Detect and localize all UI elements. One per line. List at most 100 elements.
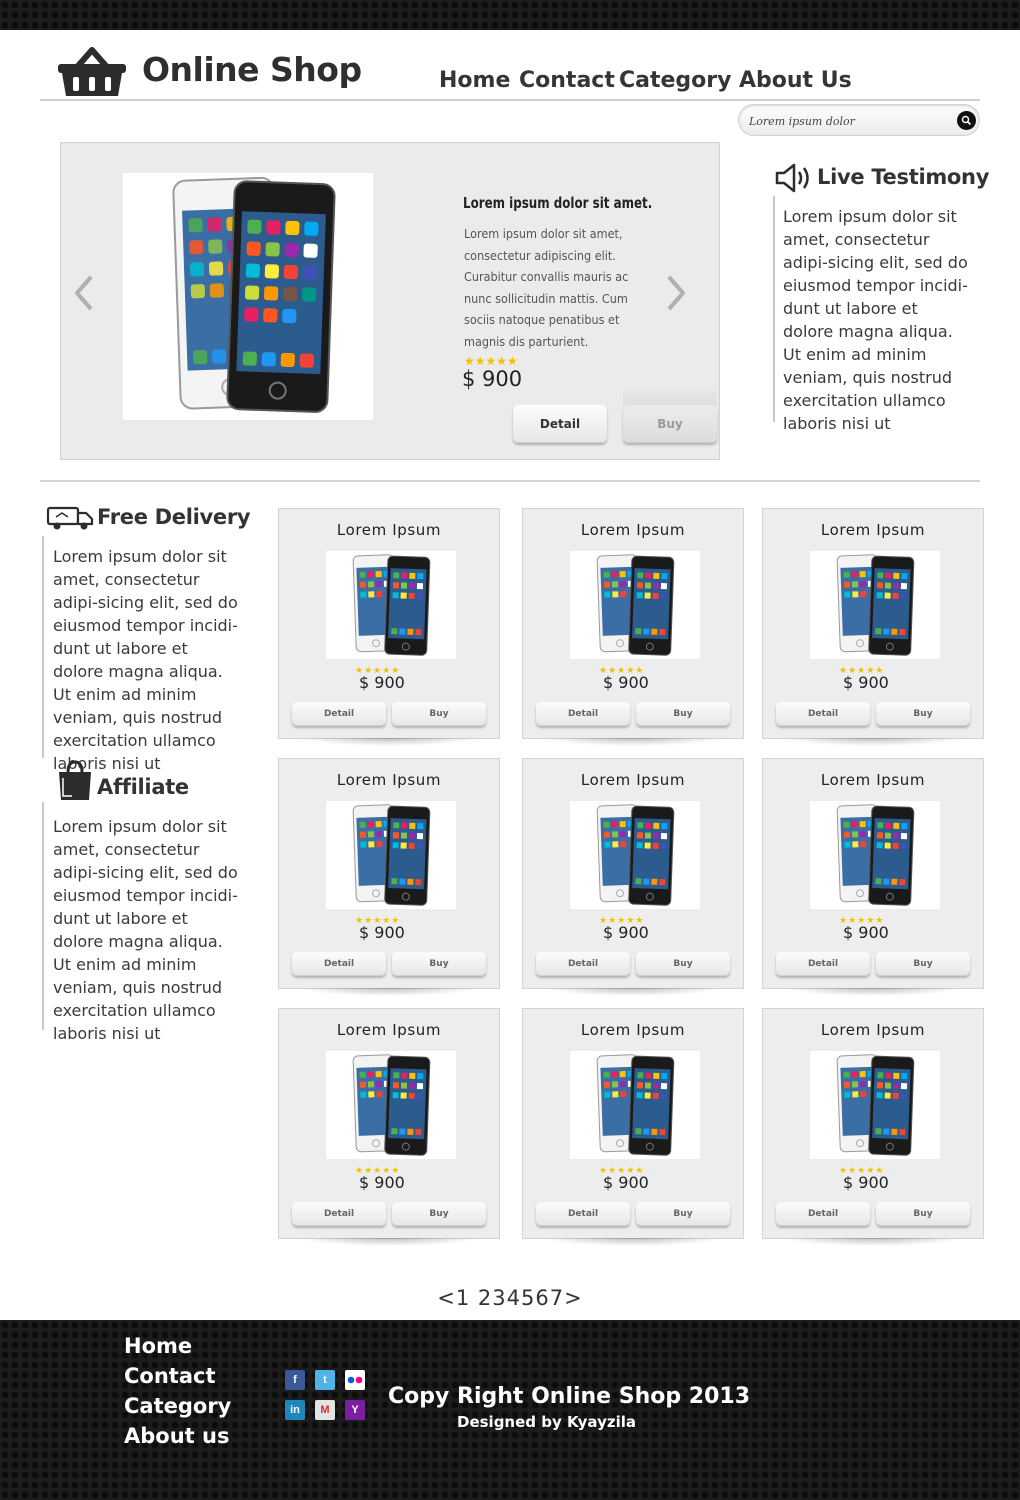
testimony-title: Live Testimony [817, 165, 990, 189]
pagination: <1 234567> [0, 1286, 1020, 1310]
featured-title: Lorem ipsum dolor sit amet. [463, 194, 653, 212]
product-buy-button[interactable]: Buy [392, 1202, 486, 1226]
product-card: Lorem Ipsum ★★★★★ $ 900 Detail Buy [762, 758, 984, 996]
product-card: Lorem Ipsum ★★★★★ $ 900 Detail Buy [522, 508, 744, 746]
product-image[interactable] [326, 551, 456, 659]
testimony-text: Lorem ipsum dolor sit amet, consectetur … [783, 207, 968, 433]
footer-home-link[interactable]: Home [124, 1334, 192, 1358]
yahoo-icon[interactable]: Y [345, 1400, 365, 1420]
product-image[interactable] [810, 801, 940, 909]
product-price: $ 900 [843, 1173, 889, 1192]
product-detail-button[interactable]: Detail [536, 702, 630, 726]
product-image[interactable] [570, 551, 700, 659]
product-buy-button[interactable]: Buy [636, 702, 730, 726]
product-price: $ 900 [603, 1173, 649, 1192]
product-buy-button[interactable]: Buy [636, 1202, 730, 1226]
product-detail-button[interactable]: Detail [536, 952, 630, 976]
pagination-page[interactable]: 7 [550, 1286, 564, 1310]
product-title: Lorem Ipsum [820, 1021, 926, 1039]
footer-contact-link[interactable]: Contact [124, 1364, 216, 1388]
product-image[interactable] [326, 801, 456, 909]
pagination-page[interactable]: 5 [521, 1286, 535, 1310]
product-buy-button[interactable]: Buy [636, 952, 730, 976]
delivery-rule [42, 536, 44, 758]
product-card: Lorem Ipsum ★★★★★ $ 900 Detail Buy [522, 1008, 744, 1246]
designed-by-text: Designed by Kyayzila [457, 1413, 636, 1431]
pagination-page[interactable]: 4 [507, 1286, 521, 1310]
product-detail-button[interactable]: Detail [776, 1202, 870, 1226]
product-card: Lorem Ipsum ★★★★★ $ 900 Detail Buy [278, 1008, 500, 1246]
search-button[interactable] [957, 111, 976, 130]
product-detail-button[interactable]: Detail [292, 1202, 386, 1226]
site-brand-title: Online Shop [142, 50, 362, 89]
slider-next-arrow-icon[interactable] [661, 273, 691, 313]
product-buy-button[interactable]: Buy [876, 1202, 970, 1226]
product-price: $ 900 [843, 673, 889, 692]
product-detail-button[interactable]: Detail [776, 702, 870, 726]
product-price: $ 900 [359, 673, 405, 692]
product-detail-button[interactable]: Detail [292, 952, 386, 976]
affiliate-rule [42, 802, 44, 1030]
product-image[interactable] [810, 551, 940, 659]
pagination-next[interactable]: > [564, 1286, 583, 1310]
section-divider [40, 480, 980, 482]
product-detail-button[interactable]: Detail [292, 702, 386, 726]
product-price: $ 900 [843, 923, 889, 942]
buy-button-shadow [623, 385, 717, 407]
affiliate-title: Affiliate [97, 775, 189, 799]
product-buy-button[interactable]: Buy [876, 952, 970, 976]
delivery-truck-icon [46, 506, 94, 530]
speaker-icon [775, 163, 809, 193]
product-title: Lorem Ipsum [580, 521, 686, 539]
product-image[interactable] [570, 801, 700, 909]
product-buy-button[interactable]: Buy [876, 702, 970, 726]
product-detail-button[interactable]: Detail [536, 1202, 630, 1226]
footer-category-link[interactable]: Category [124, 1394, 231, 1418]
footer-about-link[interactable]: About us [124, 1424, 229, 1448]
pagination-page[interactable]: 2 [478, 1286, 492, 1310]
delivery-title: Free Delivery [97, 505, 251, 529]
product-title: Lorem Ipsum [580, 771, 686, 789]
search-box [738, 104, 980, 136]
copyright-text: Copy Right Online Shop 2013 [388, 1384, 751, 1409]
flickr-icon[interactable] [345, 1370, 365, 1390]
pagination-page[interactable]: 3 [492, 1286, 506, 1310]
header-divider [40, 99, 980, 101]
slider-prev-arrow-icon[interactable] [69, 273, 99, 313]
featured-product-image [123, 173, 373, 420]
featured-price: $ 900 [462, 367, 523, 391]
facebook-icon[interactable]: f [285, 1370, 305, 1390]
product-buy-button[interactable]: Buy [392, 952, 486, 976]
nav-home-link[interactable]: Home [439, 68, 510, 93]
nav-contact-link[interactable]: Contact [519, 68, 615, 93]
pagination-prev[interactable]: < [437, 1286, 456, 1310]
delivery-text: Lorem ipsum dolor sit amet, consectetur … [53, 547, 238, 773]
featured-detail-button[interactable]: Detail [513, 405, 607, 443]
pagination-page[interactable]: 1 [456, 1286, 470, 1310]
product-title: Lorem Ipsum [336, 1021, 442, 1039]
product-image[interactable] [570, 1051, 700, 1159]
twitter-icon[interactable]: t [315, 1370, 335, 1390]
product-price: $ 900 [603, 673, 649, 692]
product-title: Lorem Ipsum [580, 1021, 686, 1039]
linkedin-icon[interactable]: in [285, 1400, 305, 1420]
gmail-icon[interactable]: M [315, 1400, 335, 1420]
product-price: $ 900 [603, 923, 649, 942]
top-decorative-bar [0, 0, 1020, 30]
product-image[interactable] [810, 1051, 940, 1159]
search-input[interactable] [749, 110, 949, 132]
product-price: $ 900 [359, 923, 405, 942]
search-icon [961, 115, 972, 126]
pagination-page[interactable]: 6 [535, 1286, 549, 1310]
product-title: Lorem Ipsum [336, 771, 442, 789]
product-title: Lorem Ipsum [820, 521, 926, 539]
featured-buy-button[interactable]: Buy [623, 405, 717, 443]
product-detail-button[interactable]: Detail [776, 952, 870, 976]
product-card: Lorem Ipsum ★★★★★ $ 900 Detail Buy [278, 758, 500, 996]
nav-about-link[interactable]: About Us [739, 68, 852, 93]
product-buy-button[interactable]: Buy [392, 702, 486, 726]
product-image[interactable] [326, 1051, 456, 1159]
nav-category-link[interactable]: Category [619, 68, 731, 93]
product-card: Lorem Ipsum ★★★★★ $ 900 Detail Buy [762, 1008, 984, 1246]
basket-logo-icon [58, 47, 126, 96]
